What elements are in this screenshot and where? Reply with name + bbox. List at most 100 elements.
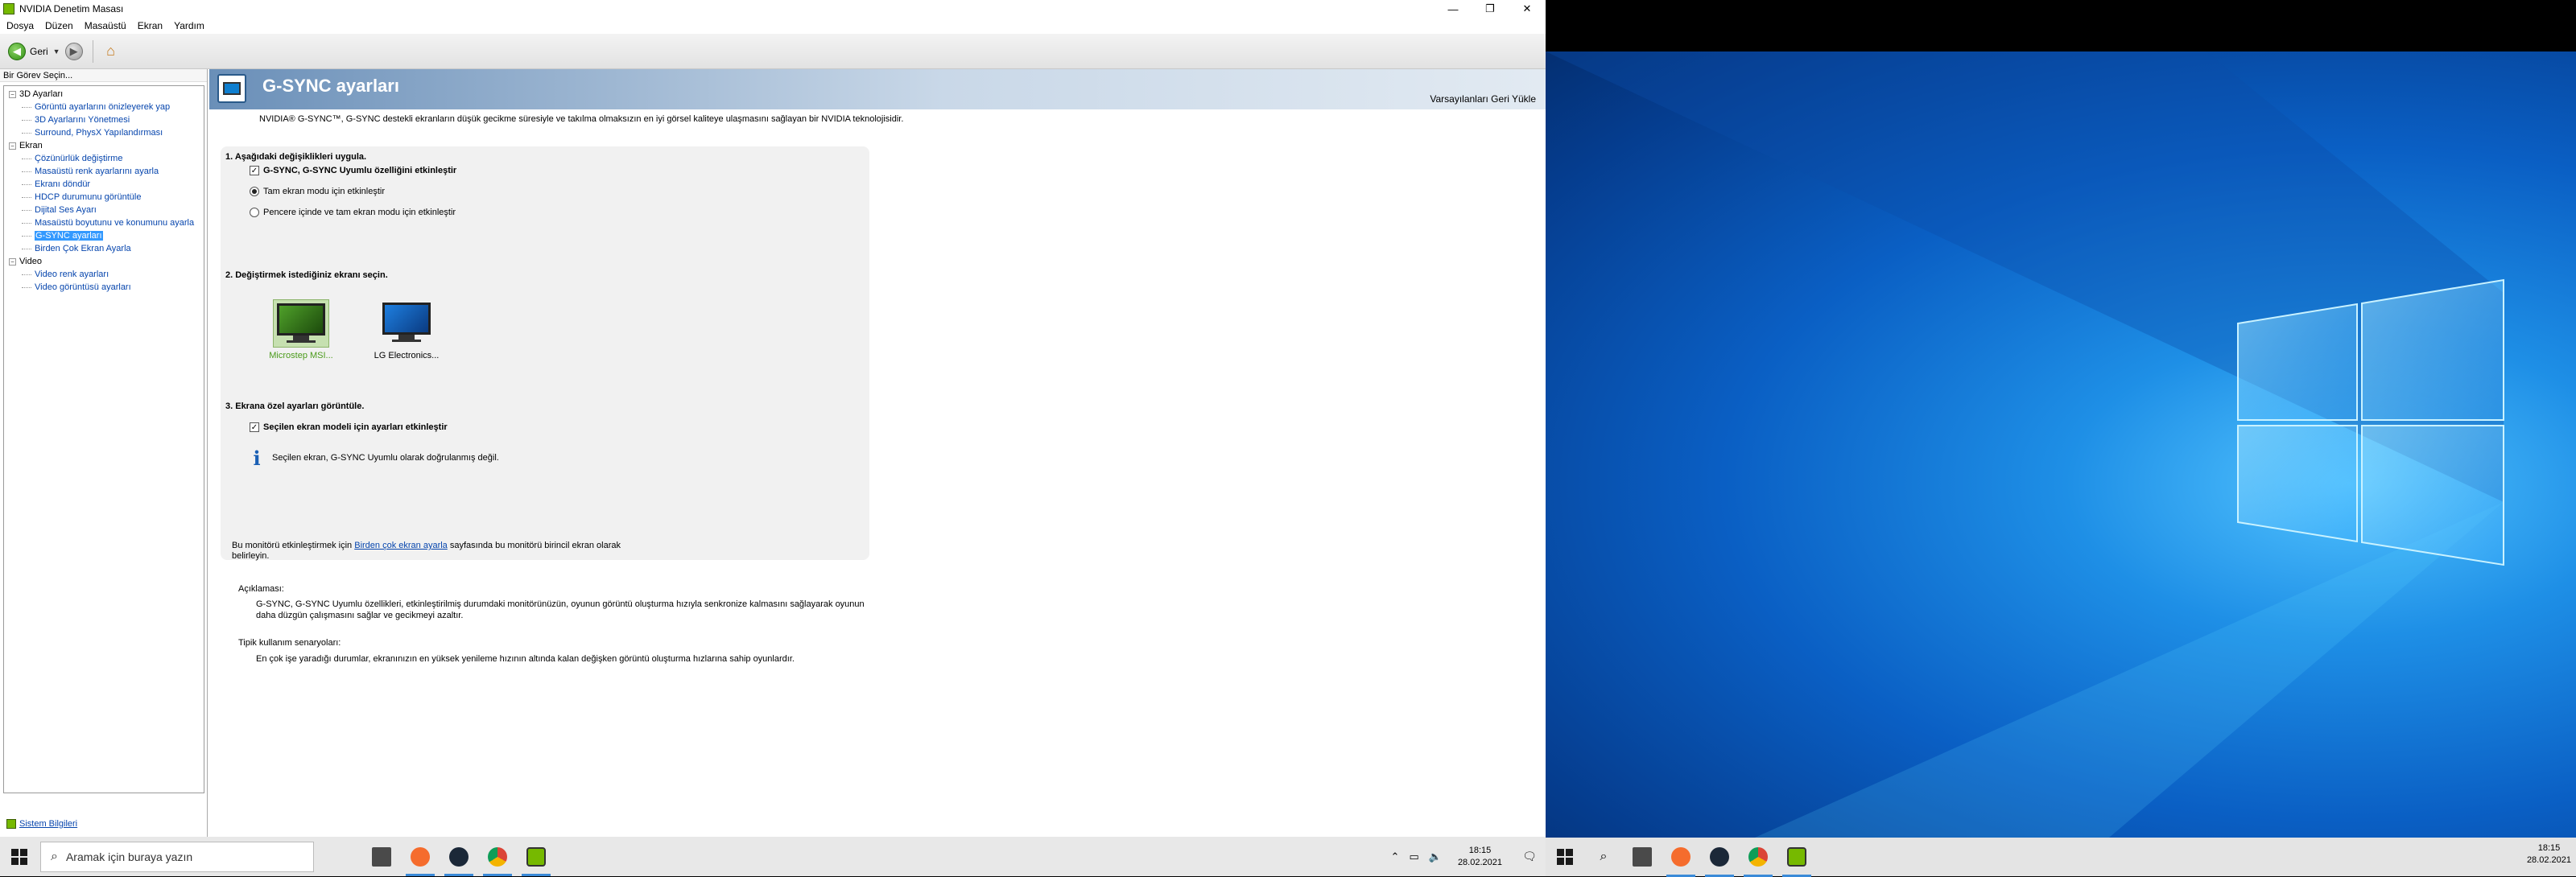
page-banner: G-SYNC ayarları Varsayılanları Geri Yükl… — [209, 69, 1546, 109]
restore-defaults-link[interactable]: Varsayılanları Geri Yükle — [1430, 93, 1536, 105]
store-app-button[interactable] — [362, 837, 401, 876]
step1-heading: 1. Aşağıdaki değişiklikleri uygula. — [225, 152, 367, 162]
forward-button[interactable]: ▶ — [64, 42, 83, 60]
back-history-dropdown-icon[interactable]: ▼ — [53, 47, 60, 56]
secondary-store-button[interactable] — [1623, 838, 1662, 877]
network-icon[interactable]: ▭ — [1409, 850, 1418, 863]
collapse-icon[interactable]: − — [9, 142, 16, 150]
step3-heading: 3. Ekrana özel ayarları görüntüle. — [225, 401, 365, 411]
primary-display-note: Bu monitörü etkinleştirmek için Birden ç… — [232, 541, 621, 561]
secondary-origin-button[interactable] — [1662, 838, 1700, 877]
radio-fullscreen[interactable]: Tam ekran modu için etkinleştir — [250, 187, 385, 196]
tree-item-hdcp[interactable]: HDCP durumunu görüntüle — [4, 191, 204, 204]
taskbar-search[interactable]: ⌕ Aramak için buraya yazın — [40, 841, 314, 872]
collapse-icon[interactable]: − — [9, 90, 16, 98]
info-text: Seçilen ekran, G-SYNC Uyumlu olarak doğr… — [272, 453, 499, 463]
tree-item-video-color[interactable]: Video renk ayarları — [4, 268, 204, 281]
monitor-msi[interactable]: Microstep MSI... — [257, 299, 345, 360]
tree-item-manage-3d[interactable]: 3D Ayarlarını Yönetmesi — [4, 113, 204, 126]
radio-selected-icon — [250, 187, 259, 196]
back-button[interactable]: ◀ Geri ▼ — [8, 42, 65, 60]
tree-item-digital-audio[interactable]: Dijital Ses Ayarı — [4, 204, 204, 216]
menu-edit[interactable]: Düzen — [45, 20, 73, 31]
toolbar: ◀ Geri ▼ ▶ ⌂ — [0, 34, 1546, 69]
tree-item-surround-physx[interactable]: Surround, PhysX Yapılandırması — [4, 126, 204, 139]
enable-model-checkbox[interactable]: ✓ Seçilen ekran modeli için ayarları etk… — [250, 422, 448, 432]
tree-category-label: Video — [19, 257, 42, 266]
store-icon — [372, 846, 391, 867]
menu-desktop[interactable]: Masaüstü — [85, 20, 126, 31]
radio-windowed[interactable]: Pencere içinde ve tam ekran modu için et… — [250, 208, 456, 217]
steam-icon — [449, 846, 469, 867]
collapse-icon[interactable]: − — [9, 257, 16, 266]
system-info-label: Sistem Bilgileri — [19, 819, 78, 829]
tree-item-gsync[interactable]: G-SYNC ayarları — [4, 229, 204, 242]
tree-item-desktop-size[interactable]: Masaüstü boyutunu ve konumunu ayarla — [4, 216, 204, 229]
page-title: G-SYNC ayarları — [262, 76, 399, 96]
volume-icon[interactable]: 🔈 — [1429, 850, 1442, 863]
origin-icon — [411, 846, 430, 867]
restore-button[interactable]: ❐ — [1472, 0, 1509, 18]
monitor-lg[interactable]: LG Electronics... — [362, 299, 451, 360]
nvidia-app-button[interactable] — [517, 837, 555, 876]
menu-help[interactable]: Yardım — [174, 20, 204, 31]
secondary-nvidia-button[interactable] — [1777, 838, 1816, 877]
step2-heading: 2. Değiştirmek istediğiniz ekranı seçin. — [225, 270, 388, 280]
checkbox-checked-icon: ✓ — [250, 422, 259, 432]
task-panel-header: Bir Görev Seçin... — [0, 69, 207, 82]
secondary-chrome-button[interactable] — [1739, 838, 1777, 877]
chrome-app-button[interactable] — [478, 837, 517, 876]
start-button[interactable] — [0, 837, 39, 876]
minimize-button[interactable]: — — [1435, 0, 1472, 18]
taskbar-apps — [362, 837, 555, 876]
secondary-start-button[interactable] — [1546, 838, 1584, 877]
nvidia-icon — [1787, 847, 1806, 867]
tree-category-label: 3D Ayarları — [19, 89, 64, 99]
task-tree: − 3D Ayarları Görüntü ayarlarını önizley… — [3, 85, 204, 793]
system-info-link[interactable]: Sistem Bilgileri — [6, 819, 77, 829]
enable-gsync-label: G-SYNC, G-SYNC Uyumlu özelliğini etkinle… — [263, 166, 457, 175]
taskbar-clock[interactable]: 18:15 28.02.2021 — [1458, 845, 1502, 869]
monitor-icon — [273, 299, 329, 348]
tree-category-video[interactable]: − Video — [4, 255, 204, 268]
multiple-displays-link[interactable]: Birden çok ekran ayarla — [354, 541, 448, 550]
scenarios-label: Tipik kullanım senaryoları: — [238, 638, 341, 648]
nvidia-app-icon — [3, 3, 14, 14]
origin-app-button[interactable] — [401, 837, 440, 876]
menu-file[interactable]: Dosya — [6, 20, 34, 31]
secondary-search-button[interactable]: ⌕ — [1584, 838, 1623, 877]
tree-category-3d[interactable]: − 3D Ayarları — [4, 88, 204, 101]
display-settings-icon — [217, 74, 246, 103]
steam-icon — [1710, 847, 1729, 867]
tree-item-desktop-color[interactable]: Masaüstü renk ayarlarını ayarla — [4, 165, 204, 178]
menu-bar: Dosya Düzen Masaüstü Ekran Yardım — [0, 18, 1546, 34]
tree-item-multiple-displays[interactable]: Birden Çok Ekran Ayarla — [4, 242, 204, 255]
secondary-steam-button[interactable] — [1700, 838, 1739, 877]
menu-display[interactable]: Ekran — [138, 20, 163, 31]
close-button[interactable]: ✕ — [1509, 0, 1546, 18]
tree-item-rotate-display[interactable]: Ekranı döndür — [4, 178, 204, 191]
monitor-label: Microstep MSI... — [269, 351, 333, 360]
compatibility-info: i Seçilen ekran, G-SYNC Uyumlu olarak do… — [245, 446, 499, 470]
windows-logo-wallpaper — [1546, 51, 2504, 838]
system-tray: ⌃ ▭ 🔈 18:15 28.02.2021 🗨 — [1386, 837, 1546, 876]
tree-item-resolution[interactable]: Çözünürlük değiştirme — [4, 152, 204, 165]
nvidia-icon — [526, 846, 546, 867]
monitor-icon — [378, 299, 435, 348]
enable-gsync-checkbox[interactable]: ✓ G-SYNC, G-SYNC Uyumlu özelliğini etkin… — [250, 166, 456, 175]
tree-item-image-settings[interactable]: Görüntü ayarlarını önizleyerek yap — [4, 101, 204, 113]
tree-item-video-image[interactable]: Video görüntüsü ayarları — [4, 281, 204, 294]
steam-app-button[interactable] — [440, 837, 478, 876]
secondary-clock[interactable]: 18:15 28.02.2021 — [2527, 842, 2571, 867]
system-info-icon — [6, 819, 16, 829]
title-bar: NVIDIA Denetim Masası — ❐ ✕ — [0, 0, 1546, 18]
chevron-up-icon[interactable]: ⌃ — [1391, 850, 1400, 863]
window-title: NVIDIA Denetim Masası — [19, 3, 124, 14]
notification-icon[interactable]: 🗨 — [1513, 850, 1546, 863]
secondary-monitor: ⌕ 18:15 28.02.2021 — [1546, 0, 2576, 877]
home-icon[interactable]: ⌂ — [101, 42, 121, 61]
desktop-wallpaper — [1546, 51, 2576, 838]
scenarios-text: En çok işe yaradığı durumlar, ekranınızı… — [256, 654, 795, 664]
description-label: Açıklaması: — [238, 584, 284, 594]
tree-category-display[interactable]: − Ekran — [4, 139, 204, 152]
